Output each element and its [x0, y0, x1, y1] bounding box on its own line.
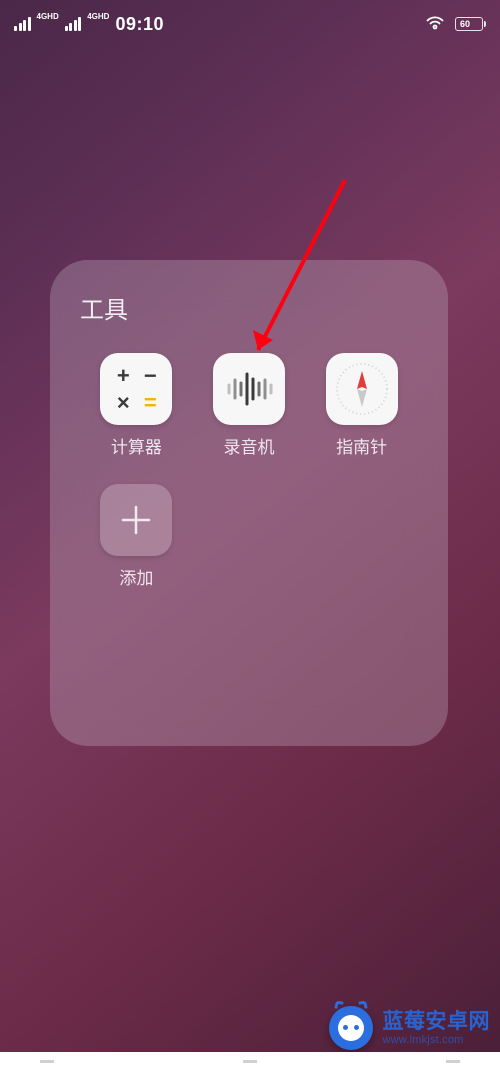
watermark-title: 蓝莓安卓网 — [383, 1010, 491, 1034]
status-bar: 4GHD 4GHD 09:10 60 — [0, 0, 500, 40]
watermark-logo-icon — [329, 1006, 373, 1050]
app-compass[interactable]: 指南针 — [305, 353, 418, 458]
app-label: 录音机 — [223, 433, 274, 458]
status-time: 09:10 — [115, 14, 164, 35]
app-label: 添加 — [119, 564, 153, 589]
status-left: 4GHD 4GHD 09:10 — [14, 14, 164, 35]
wifi-icon — [425, 14, 445, 35]
watermark-url: www.lmkjst.com — [383, 1034, 491, 1047]
signal-bars-1-icon — [14, 17, 31, 31]
watermark: 蓝莓安卓网 www.lmkjst.com — [329, 1006, 491, 1050]
app-label: 计算器 — [111, 433, 162, 458]
signal-bars-2-icon — [65, 17, 82, 31]
folder-title: 工具 — [80, 290, 448, 325]
app-recorder[interactable]: 录音机 — [193, 353, 306, 458]
compass-icon — [326, 353, 398, 425]
app-add[interactable]: 添加 — [80, 484, 193, 589]
recorder-icon — [213, 353, 285, 425]
signal-label-2: 4GHD — [87, 13, 109, 20]
app-calculator[interactable]: +− ×= 计算器 — [80, 353, 193, 458]
battery-icon: 60 — [455, 17, 486, 31]
battery-level: 60 — [460, 19, 470, 29]
status-right: 60 — [425, 14, 486, 35]
app-folder: 工具 +− ×= 计算器 — [50, 260, 448, 746]
calculator-icon: +− ×= — [100, 353, 172, 425]
plus-icon — [100, 484, 172, 556]
folder-grid: +− ×= 计算器 — [80, 353, 448, 589]
app-label: 指南针 — [336, 433, 387, 458]
page-indicator — [0, 1052, 500, 1072]
signal-label-1: 4GHD — [37, 13, 59, 20]
